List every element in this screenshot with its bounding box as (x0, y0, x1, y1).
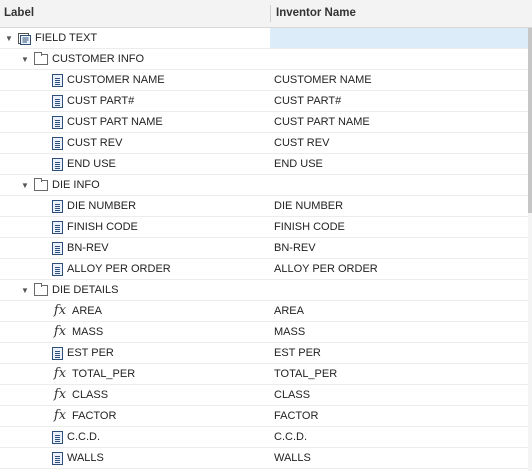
row-label: FACTOR (72, 410, 117, 422)
column-divider[interactable] (270, 5, 271, 22)
expand-collapse-toggle-icon[interactable]: ▼ (20, 54, 30, 64)
fx-icon: fx (53, 366, 67, 381)
row-label: CUSTOMER INFO (52, 53, 145, 65)
property-tree: ▼ FIELD TEXT ▼ CUSTOMER INFO CUSTOMER NAME CU… (0, 28, 528, 471)
row-label: C.C.D. (67, 431, 100, 443)
property-icon (52, 220, 63, 234)
row-label: MASS (72, 326, 104, 338)
label-cell: ▼ DIE DETAILS (0, 280, 290, 300)
row-label: DIE NUMBER (67, 200, 137, 212)
tree-property-row[interactable]: fx FACTOR FACTOR (0, 406, 528, 427)
label-cell: ▼ FIELD TEXT (0, 28, 274, 48)
property-icon (52, 451, 63, 465)
property-icon (52, 94, 63, 108)
row-label: FINISH CODE (67, 221, 138, 233)
inventor-name-cell[interactable]: AREA (270, 301, 528, 321)
vertical-scrollbar[interactable] (528, 28, 532, 471)
row-label: FIELD TEXT (35, 32, 98, 44)
tree-property-row[interactable]: ALLOY PER ORDER ALLOY PER ORDER (0, 259, 528, 280)
row-label: WALLS (67, 452, 104, 464)
row-label: CUSTOMER NAME (67, 74, 165, 86)
inventor-name-cell[interactable]: CUSTOMER NAME (270, 70, 528, 90)
tree-property-row[interactable]: WALLS WALLS (0, 448, 528, 469)
row-label: CLASS (72, 389, 109, 401)
row-label: BN-REV (67, 242, 109, 254)
fx-icon: fx (53, 303, 67, 318)
label-cell: ▼ CUSTOMER INFO (0, 49, 290, 69)
tree-property-row[interactable]: C.C.D. C.C.D. (0, 427, 528, 448)
row-label: AREA (72, 305, 102, 317)
label-column-header[interactable]: Label (4, 0, 34, 27)
tree-property-row[interactable]: DIE NUMBER DIE NUMBER (0, 196, 528, 217)
tree-property-row[interactable]: FINISH CODE FINISH CODE (0, 217, 528, 238)
row-label: CUST REV (67, 137, 123, 149)
tree-property-row[interactable]: CUST PART# CUST PART# (0, 91, 528, 112)
tree-property-row[interactable]: fx CLASS CLASS (0, 385, 528, 406)
inventor-name-cell[interactable]: CUST REV (270, 133, 528, 153)
property-icon (52, 262, 63, 276)
row-label: DIE INFO (52, 179, 100, 191)
tree-group-row[interactable]: ▼ DIE INFO (0, 175, 528, 196)
row-label: CUST PART# (67, 95, 135, 107)
tree-property-row[interactable]: END USE END USE (0, 154, 528, 175)
tree-property-row[interactable]: fx TOTAL_PER TOTAL_PER (0, 364, 528, 385)
property-icon (52, 73, 63, 87)
inventor-name-cell[interactable]: CUST PART NAME (270, 112, 528, 132)
inventor-name-cell[interactable]: EST PER (270, 343, 528, 363)
property-icon (52, 157, 63, 171)
property-icon (52, 115, 63, 129)
tree-property-row[interactable]: CUST PART NAME CUST PART NAME (0, 112, 528, 133)
inventor-name-cell[interactable]: FINISH CODE (270, 217, 528, 237)
row-label: TOTAL_PER (72, 368, 136, 380)
inventor-name-cell[interactable] (270, 175, 528, 195)
scrollbar-thumb[interactable] (528, 28, 532, 213)
tree-property-row[interactable]: fx MASS MASS (0, 322, 528, 343)
row-label: CUST PART NAME (67, 116, 163, 128)
property-icon (52, 136, 63, 150)
tree-group-row[interactable]: ▼ DIE DETAILS (0, 280, 528, 301)
row-label: EST PER (67, 347, 114, 359)
fx-icon: fx (53, 387, 67, 402)
field-text-icon (18, 32, 31, 45)
inventor-name-cell[interactable]: MASS (270, 322, 528, 342)
tree-property-row[interactable]: fx AREA AREA (0, 301, 528, 322)
fx-icon: fx (53, 408, 67, 423)
inventor-name-cell[interactable] (270, 280, 528, 300)
row-label: DIE DETAILS (52, 284, 119, 296)
tree-root-row[interactable]: ▼ FIELD TEXT (0, 28, 528, 49)
inventor-name-cell[interactable]: BN-REV (270, 238, 528, 258)
inventor-name-cell[interactable]: ALLOY PER ORDER (270, 259, 528, 279)
inventor-name-cell[interactable]: CLASS (270, 385, 528, 405)
folder-icon (34, 51, 48, 65)
expand-collapse-toggle-icon[interactable]: ▼ (20, 180, 30, 190)
expand-collapse-toggle-icon[interactable]: ▼ (4, 33, 14, 43)
inventor-name-cell[interactable]: FACTOR (270, 406, 528, 426)
column-header: Label Inventor Name (0, 0, 532, 28)
tree-property-row[interactable]: CUSTOMER NAME CUSTOMER NAME (0, 70, 528, 91)
inventor-name-cell[interactable]: CUST PART# (270, 91, 528, 111)
row-label: ALLOY PER ORDER (67, 263, 171, 275)
label-cell: ▼ DIE INFO (0, 175, 290, 195)
tree-property-row[interactable]: BN-REV BN-REV (0, 238, 528, 259)
tree-property-row[interactable]: EST PER EST PER (0, 343, 528, 364)
property-icon (52, 241, 63, 255)
folder-icon (34, 177, 48, 191)
fx-icon: fx (53, 324, 67, 339)
tree-property-row[interactable]: CUST REV CUST REV (0, 133, 528, 154)
inventor-name-cell[interactable]: END USE (270, 154, 528, 174)
inventor-name-cell[interactable]: TOTAL_PER (270, 364, 528, 384)
inventor-name-cell[interactable]: DIE NUMBER (270, 196, 528, 216)
row-label: END USE (67, 158, 116, 170)
inventor-name-cell[interactable] (270, 28, 528, 48)
inventor-name-cell[interactable]: WALLS (270, 448, 528, 468)
inventor-name-cell[interactable] (270, 49, 528, 69)
tree-group-row[interactable]: ▼ CUSTOMER INFO (0, 49, 528, 70)
folder-icon (34, 282, 48, 296)
expand-collapse-toggle-icon[interactable]: ▼ (20, 285, 30, 295)
property-icon (52, 199, 63, 213)
property-icon (52, 346, 63, 360)
inventor-name-cell[interactable]: C.C.D. (270, 427, 528, 447)
property-icon (52, 430, 63, 444)
inventor-name-column-header[interactable]: Inventor Name (276, 0, 356, 27)
